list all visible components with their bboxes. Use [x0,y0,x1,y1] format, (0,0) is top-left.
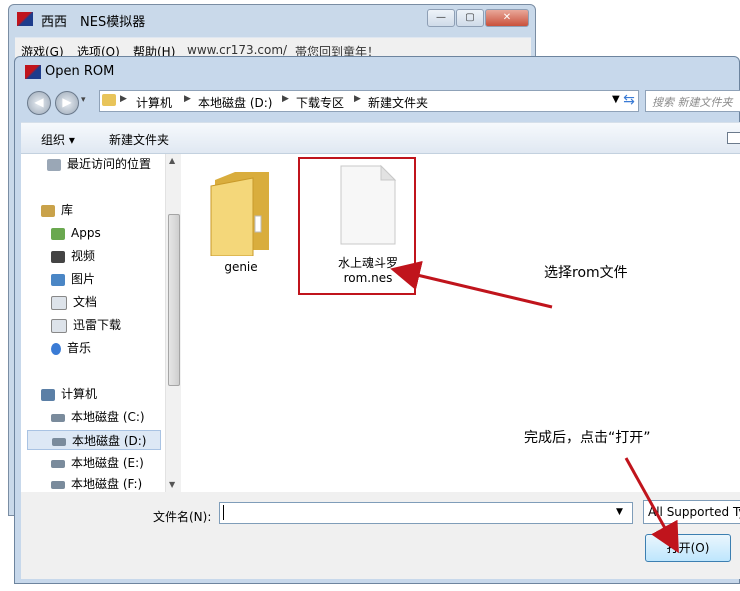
arrow-to-open [624,457,679,554]
arrow-to-rom [390,260,553,309]
annotation-arrows [390,260,679,554]
